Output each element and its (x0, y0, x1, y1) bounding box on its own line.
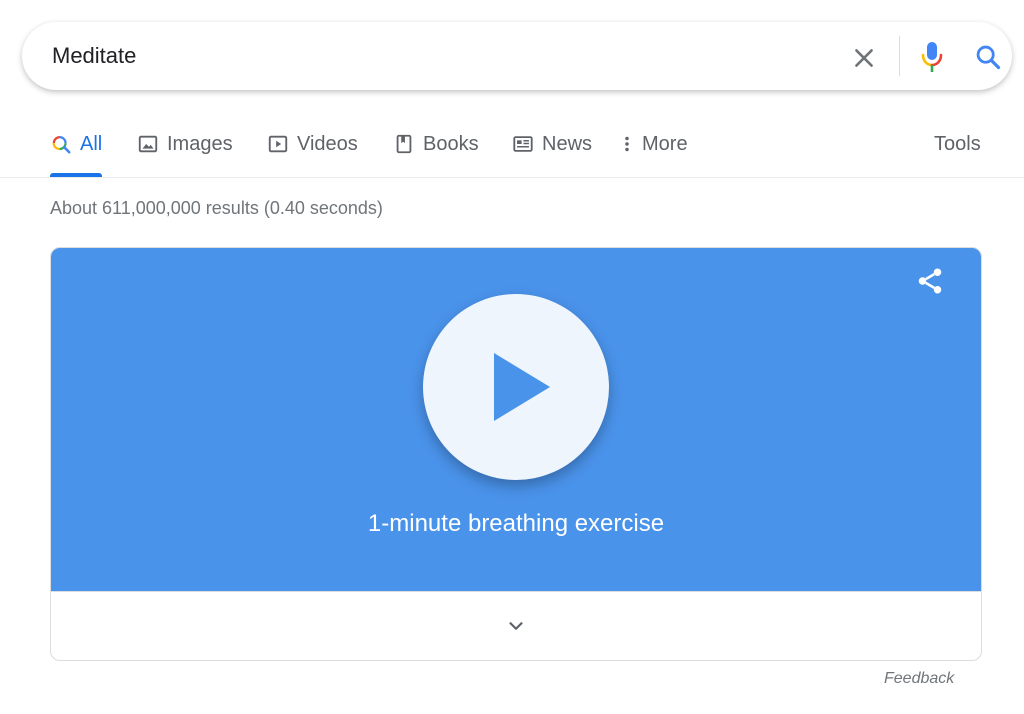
search-icon (976, 45, 1001, 70)
tab-videos[interactable]: Videos (267, 130, 358, 176)
card-hero: 1-minute breathing exercise (51, 248, 981, 591)
chevron-down-icon (509, 622, 523, 630)
search-box[interactable]: Meditate (22, 22, 1012, 90)
book-icon (393, 133, 415, 155)
search-icon (50, 133, 72, 155)
clear-search-button[interactable] (846, 40, 882, 76)
exercise-label: 1-minute breathing exercise (367, 510, 665, 537)
play-button[interactable] (423, 294, 609, 480)
voice-search-button[interactable] (914, 39, 950, 75)
search-button[interactable] (970, 39, 1006, 75)
card-footer (51, 591, 981, 660)
tab-label: Videos (297, 133, 358, 155)
tab-news[interactable]: News (512, 130, 592, 176)
tab-images[interactable]: Images (137, 130, 233, 176)
share-icon (918, 268, 942, 294)
tab-label: All (80, 133, 103, 155)
active-tab-indicator (50, 173, 102, 177)
tab-label: More (642, 133, 688, 155)
result-stats: About 611,000,000 results (0.40 seconds) (50, 198, 383, 218)
tab-label: Books (423, 133, 479, 155)
tab-more[interactable]: More (620, 130, 688, 176)
share-button[interactable] (913, 264, 947, 298)
search-results-page: Meditate All Images Videos Books News Mo… (0, 0, 1024, 714)
tab-label: Images (167, 133, 233, 155)
image-icon (137, 133, 159, 155)
breathing-exercise-card: 1-minute breathing exercise (50, 247, 982, 661)
tab-label: News (542, 133, 593, 155)
search-input[interactable]: Meditate (52, 44, 136, 68)
news-icon (512, 133, 534, 155)
search-tabs: All Images Videos Books News More Tools (0, 118, 1024, 178)
search-bar-divider (899, 36, 900, 76)
more-vertical-icon (620, 133, 634, 155)
feedback-link[interactable]: Feedback (884, 668, 954, 690)
tools-button[interactable]: Tools (934, 130, 981, 158)
expand-button[interactable] (496, 606, 536, 646)
close-icon (855, 49, 873, 67)
play-icon (494, 353, 550, 421)
tab-all[interactable]: All (50, 130, 102, 176)
video-icon (267, 133, 289, 155)
tab-books[interactable]: Books (393, 130, 479, 176)
microphone-icon (921, 42, 943, 72)
